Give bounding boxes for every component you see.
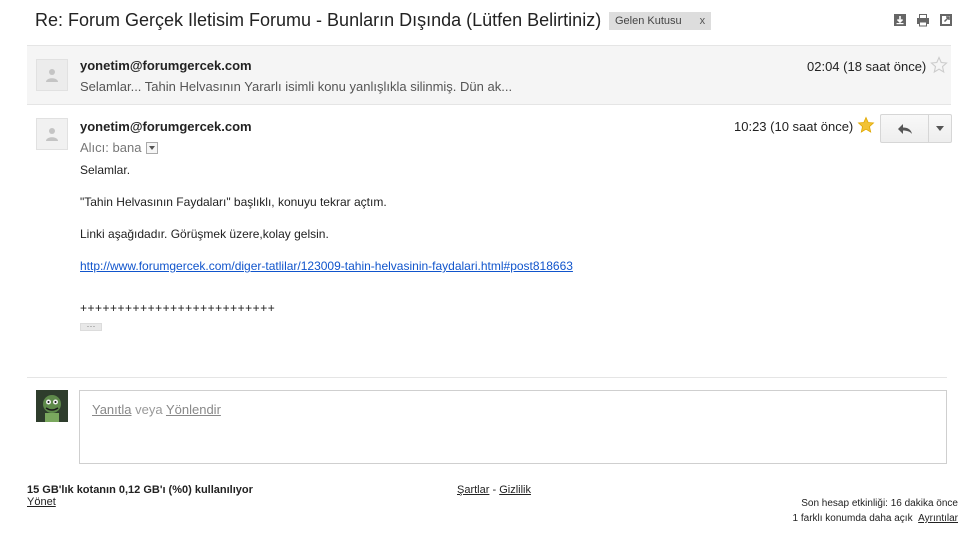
- person-icon: [46, 69, 58, 82]
- message-time: 02:04 (18 saat önce): [807, 59, 927, 74]
- reply-prompt: Yanıtla veya Yönlendir: [92, 402, 221, 417]
- reply-box[interactable]: Yanıtla veya Yönlendir: [79, 390, 947, 464]
- thread-subject: Re: Forum Gerçek Iletisim Forumu - Bunla…: [35, 10, 602, 30]
- quota-text: 15 GB'lık kotanın 0,12 GB'ı (%0) kullanı…: [27, 484, 253, 496]
- message-snippet: Selamlar... Tahin Helvasının Yararlı isi…: [80, 79, 513, 94]
- body-line: Linki aşağıdadır. Görüşmek üzere,kolay g…: [80, 227, 329, 241]
- sender-avatar: [36, 59, 68, 91]
- divider: [27, 377, 947, 378]
- message-time: 10:23 (10 saat önce): [734, 119, 854, 134]
- account-activity: Son hesap etkinliği: 16 dakika önce 1 fa…: [793, 496, 958, 526]
- star-icon[interactable]: [857, 116, 875, 134]
- message-collapsed[interactable]: yonetim@forumgercek.com Selamlar... Tahi…: [27, 45, 951, 105]
- inbox-label-text: Gelen Kutusu: [615, 15, 682, 27]
- footer-links: Şartlar - Gizlilik: [457, 484, 531, 496]
- storage-quota: 15 GB'lık kotanın 0,12 GB'ı (%0) kullanı…: [27, 484, 253, 508]
- person-icon: [46, 128, 58, 141]
- thread-header: Re: Forum Gerçek Iletisim Forumu - Bunla…: [0, 0, 978, 40]
- avatar: [36, 390, 68, 422]
- footer-separator: -: [489, 484, 500, 496]
- recipient-line: Alıcı: bana: [80, 140, 159, 155]
- message-expanded: yonetim@forumgercek.com Alıcı: bana 10:2…: [27, 106, 952, 376]
- user-photo-icon: [36, 390, 68, 422]
- reply-button[interactable]: [881, 115, 929, 142]
- message-sender: yonetim@forumgercek.com: [80, 119, 252, 134]
- reply-or-text: veya: [131, 402, 166, 417]
- star-icon[interactable]: [930, 56, 948, 74]
- inbox-label-chip[interactable]: Gelen Kutusu x: [609, 12, 712, 30]
- details-link[interactable]: Ayrıntılar: [918, 513, 958, 524]
- message-body: Selamlar. "Tahin Helvasının Faydaları" b…: [80, 163, 940, 332]
- forward-link[interactable]: Yönlendir: [166, 402, 221, 417]
- reply-area: Yanıtla veya Yönlendir: [27, 388, 951, 468]
- recipient-text: Alıcı: bana: [80, 140, 142, 155]
- sender-avatar: [36, 118, 68, 150]
- reply-arrow-icon: [897, 123, 912, 134]
- body-line: "Tahin Helvasının Faydaları" başlıklı, k…: [80, 195, 387, 209]
- other-locations-text: 1 farklı konumda daha açık: [792, 513, 913, 524]
- body-separator: ++++++++++++++++++++++++++: [80, 301, 276, 315]
- new-window-icon[interactable]: [939, 13, 953, 27]
- manage-link[interactable]: Yönet: [27, 496, 56, 508]
- message-sender: yonetim@forumgercek.com: [80, 58, 252, 73]
- chevron-down-icon: [149, 145, 156, 150]
- last-activity-text: Son hesap etkinliği: 16 dakika önce: [801, 498, 958, 509]
- chevron-down-icon: [936, 126, 944, 131]
- body-greeting: Selamlar.: [80, 163, 131, 177]
- reply-button-group: [880, 114, 952, 143]
- show-trimmed-content-button[interactable]: ···: [80, 322, 102, 331]
- terms-link[interactable]: Şartlar: [457, 484, 489, 496]
- remove-label-button[interactable]: x: [700, 15, 706, 27]
- topic-link[interactable]: http://www.forumgercek.com/diger-tatlila…: [80, 259, 573, 273]
- download-icon[interactable]: [893, 13, 907, 27]
- show-details-button[interactable]: [146, 141, 159, 154]
- reply-link[interactable]: Yanıtla: [92, 402, 132, 417]
- thread-actions: [893, 13, 953, 27]
- print-icon[interactable]: [916, 13, 930, 27]
- more-options-button[interactable]: [929, 115, 951, 142]
- privacy-link[interactable]: Gizlilik: [499, 484, 531, 496]
